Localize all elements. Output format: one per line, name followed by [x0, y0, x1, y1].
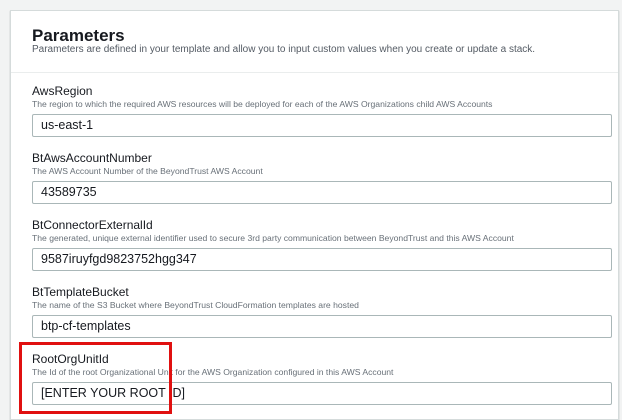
param-help-text: The name of the S3 Bucket where BeyondTr…: [32, 300, 359, 310]
section-description: Parameters are defined in your template …: [32, 44, 536, 55]
aws-region-input[interactable]: us-east-1: [32, 114, 612, 137]
root-org-unit-id-input[interactable]: [ENTER YOUR ROOT ID]: [32, 382, 612, 405]
param-label: BtTemplateBucket: [32, 285, 129, 299]
param-help-text: The region to which the required AWS res…: [32, 99, 493, 109]
param-label: AwsRegion: [32, 84, 93, 98]
param-label: BtConnectorExternalId: [32, 218, 153, 232]
bt-template-bucket-input[interactable]: btp-cf-templates: [32, 315, 612, 338]
param-label: BtAwsAccountNumber: [32, 151, 152, 165]
panel-header: Parameters Parameters are defined in you…: [11, 11, 618, 73]
param-help-text: The generated, unique external identifie…: [32, 233, 514, 243]
bt-aws-account-number-input[interactable]: 43589735: [32, 181, 612, 204]
bt-connector-external-id-input[interactable]: 9587iruyfgd9823752hgg347: [32, 248, 612, 271]
parameters-panel: Parameters Parameters are defined in you…: [10, 10, 619, 420]
param-help-text: The Id of the root Organizational Unit f…: [32, 367, 394, 377]
param-label: RootOrgUnitId: [32, 352, 109, 366]
param-help-text: The AWS Account Number of the BeyondTrus…: [32, 166, 263, 176]
